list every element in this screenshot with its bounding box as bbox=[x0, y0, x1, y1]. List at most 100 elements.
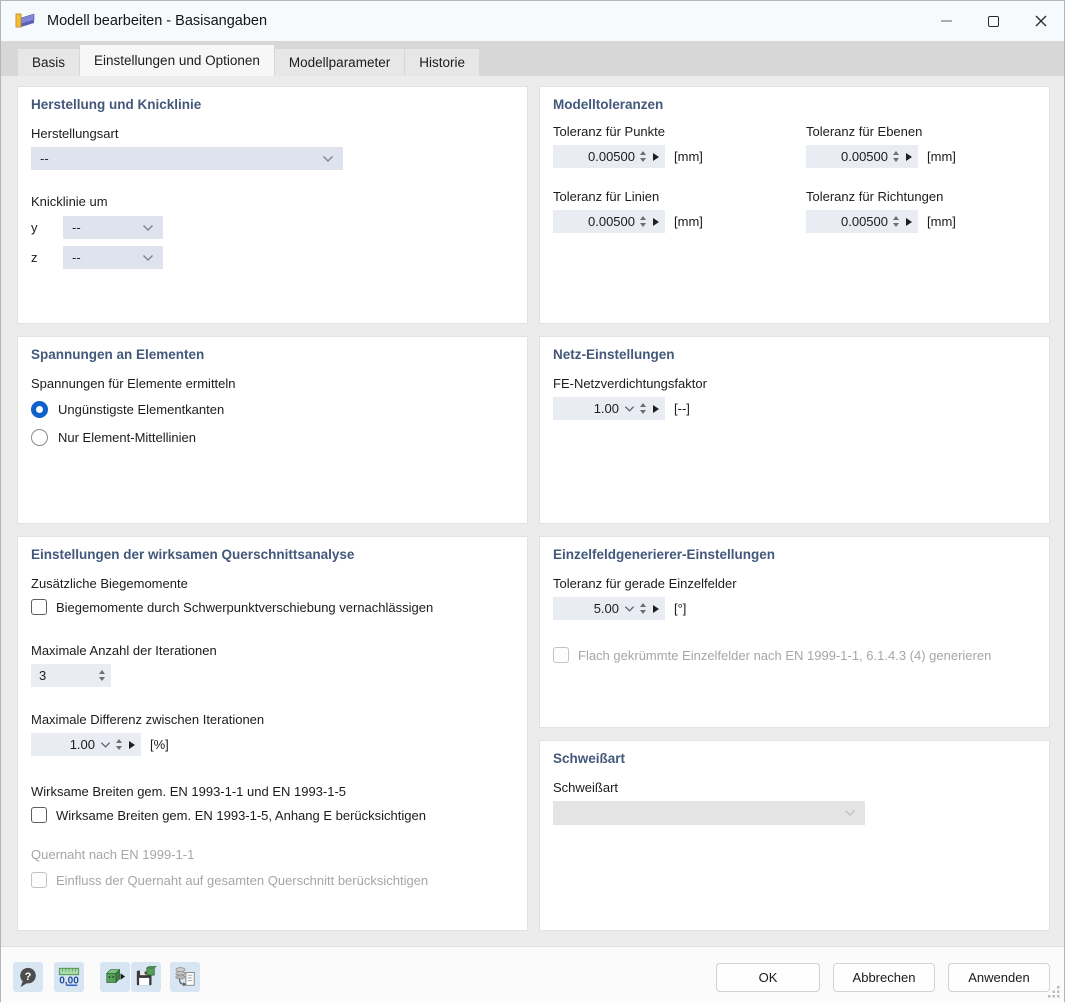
knicklinie-z-row: z -- bbox=[31, 246, 514, 269]
cancel-button[interactable]: Abbrechen bbox=[833, 962, 935, 992]
transfer-settings-icon bbox=[175, 967, 195, 987]
knicklinie-y-dropdown[interactable]: -- bbox=[63, 216, 163, 239]
resize-grip[interactable] bbox=[1048, 985, 1061, 998]
tolerance-punkte-input[interactable]: 0.00500 bbox=[553, 145, 665, 168]
spin-down-icon[interactable] bbox=[893, 223, 899, 227]
fe-factor-combo[interactable]: 1.00 bbox=[553, 397, 665, 420]
spin-down-icon[interactable] bbox=[640, 410, 646, 414]
spin-up-icon[interactable] bbox=[640, 151, 646, 155]
einzelfeld-checkbox-row: Flach gekrümmte Einzelfelder nach EN 199… bbox=[553, 647, 1036, 663]
differenz-combo[interactable]: 1.00 bbox=[31, 733, 141, 756]
tolerance-label: Toleranz für Ebenen bbox=[806, 124, 923, 139]
radio-label[interactable]: Ungünstigste Elementkanten bbox=[58, 402, 224, 417]
close-button[interactable] bbox=[1017, 1, 1064, 41]
iterationen-input[interactable]: 3 bbox=[31, 664, 111, 687]
spin-down-icon[interactable] bbox=[640, 158, 646, 162]
checkbox-icon[interactable] bbox=[31, 807, 47, 823]
save-default-button[interactable] bbox=[131, 962, 161, 992]
spin-up-icon[interactable] bbox=[116, 739, 122, 743]
chevron-down-icon[interactable] bbox=[100, 741, 111, 749]
einzelfeld-toleranz-combo[interactable]: 5.00 bbox=[553, 597, 665, 620]
spin-up-icon[interactable] bbox=[99, 670, 105, 674]
tab-historie[interactable]: Historie bbox=[405, 49, 479, 76]
tab-label: Historie bbox=[419, 55, 465, 70]
radio-row-ungünstigste[interactable]: Ungünstigste Elementkanten bbox=[31, 401, 514, 418]
apply-parameters-button[interactable] bbox=[100, 962, 130, 992]
window-controls bbox=[923, 1, 1064, 41]
maximize-icon bbox=[988, 15, 999, 27]
spinner-control bbox=[893, 151, 899, 162]
tolerance-linien-input[interactable]: 0.00500 bbox=[553, 210, 665, 233]
schweissart-label: Schweißart bbox=[553, 780, 619, 795]
spin-down-icon[interactable] bbox=[116, 746, 122, 750]
minimize-button[interactable] bbox=[923, 1, 970, 41]
field-value: 0.00500 bbox=[841, 214, 888, 229]
transfer-settings-button[interactable] bbox=[170, 962, 200, 992]
tolerance-label: Toleranz für Richtungen bbox=[806, 189, 944, 204]
chevron-down-icon[interactable] bbox=[624, 605, 635, 613]
tolerance-field-row: 0.00500 [mm] bbox=[806, 210, 1059, 233]
dropdown-value: -- bbox=[40, 151, 49, 166]
fe-factor-row: 1.00 [--] bbox=[553, 397, 1036, 420]
radio-selected-icon[interactable] bbox=[31, 401, 48, 418]
window-title: Modell bearbeiten - Basisangaben bbox=[47, 13, 268, 29]
detail-arrow-icon[interactable] bbox=[653, 404, 659, 413]
tolerance-richtungen-input[interactable]: 0.00500 bbox=[806, 210, 918, 233]
knicklinie-z-dropdown[interactable]: -- bbox=[63, 246, 163, 269]
apply-button[interactable]: Anwenden bbox=[948, 962, 1050, 992]
app-model-icon bbox=[15, 12, 35, 28]
section-title: Netz-Einstellungen bbox=[553, 347, 675, 362]
maximize-button[interactable] bbox=[970, 1, 1017, 41]
checkbox-icon[interactable] bbox=[31, 599, 47, 615]
radio-label[interactable]: Nur Element-Mittellinien bbox=[58, 430, 196, 445]
spin-up-icon[interactable] bbox=[893, 151, 899, 155]
detail-arrow-icon[interactable] bbox=[906, 152, 912, 161]
spin-up-icon[interactable] bbox=[640, 403, 646, 407]
detail-arrow-icon[interactable] bbox=[906, 217, 912, 226]
ok-button[interactable]: OK bbox=[716, 962, 820, 992]
spin-down-icon[interactable] bbox=[640, 223, 646, 227]
detail-arrow-icon[interactable] bbox=[129, 740, 135, 749]
axis-y-label: y bbox=[31, 220, 38, 235]
detail-arrow-icon[interactable] bbox=[653, 217, 659, 226]
help-button[interactable]: ? bbox=[13, 962, 43, 992]
spin-down-icon[interactable] bbox=[893, 158, 899, 162]
radio-unselected-icon[interactable] bbox=[31, 429, 48, 446]
tolerance-grid: Toleranz für Punkte 0.00500 [mm] Toleran… bbox=[553, 124, 1036, 233]
spinner-control bbox=[640, 603, 646, 614]
spin-up-icon[interactable] bbox=[893, 216, 899, 220]
tolerance-ebenen-input[interactable]: 0.00500 bbox=[806, 145, 918, 168]
herstellungsart-dropdown[interactable]: -- bbox=[31, 147, 343, 170]
tolerance-field-row: 0.00500 [mm] bbox=[553, 210, 806, 233]
field-value: 3 bbox=[39, 668, 47, 683]
spin-down-icon[interactable] bbox=[99, 677, 105, 681]
radio-row-mittellinien[interactable]: Nur Element-Mittellinien bbox=[31, 429, 514, 446]
section-title: Herstellung und Knicklinie bbox=[31, 97, 202, 112]
wirksame-breiten-checkbox-row[interactable]: Wirksame Breiten gem. EN 1993-1-5, Anhan… bbox=[31, 807, 514, 823]
svg-text:?: ? bbox=[25, 971, 32, 983]
fe-netzverdichtungsfaktor-label: FE-Netzverdichtungsfaktor bbox=[553, 376, 707, 391]
checkbox-label[interactable]: Biegemomente durch Schwerpunktverschiebu… bbox=[56, 600, 433, 615]
field-value: 0.00500 bbox=[841, 149, 888, 164]
units-settings-button[interactable]: 0,00 bbox=[54, 962, 84, 992]
biegemomente-checkbox-row[interactable]: Biegemomente durch Schwerpunktverschiebu… bbox=[31, 599, 514, 615]
help-icon: ? bbox=[20, 967, 36, 988]
tab-basis[interactable]: Basis bbox=[18, 49, 80, 76]
panel-schweissart: Schweißart Schweißart bbox=[539, 740, 1050, 931]
panel-wirksame-querschnittsanalyse: Einstellungen der wirksamen Querschnitts… bbox=[17, 536, 528, 931]
chevron-down-icon[interactable] bbox=[624, 405, 635, 413]
spin-up-icon[interactable] bbox=[640, 216, 646, 220]
checkbox-label[interactable]: Wirksame Breiten gem. EN 1993-1-5, Anhan… bbox=[56, 808, 426, 823]
detail-arrow-icon[interactable] bbox=[653, 152, 659, 161]
tab-einstellungen-und-optionen[interactable]: Einstellungen und Optionen bbox=[80, 45, 274, 76]
minimize-icon bbox=[941, 20, 952, 22]
section-title: Spannungen an Elementen bbox=[31, 347, 205, 362]
quernaht-label: Quernaht nach EN 1999-1-1 bbox=[31, 847, 195, 862]
detail-arrow-icon[interactable] bbox=[653, 604, 659, 613]
section-title: Einzelfeldgenerierer-Einstellungen bbox=[553, 547, 776, 562]
spin-up-icon[interactable] bbox=[640, 603, 646, 607]
tab-modellparameter[interactable]: Modellparameter bbox=[274, 49, 405, 76]
units-icon: 0,00 bbox=[58, 967, 79, 986]
spin-down-icon[interactable] bbox=[640, 610, 646, 614]
apply-parameters-icon bbox=[105, 968, 126, 984]
